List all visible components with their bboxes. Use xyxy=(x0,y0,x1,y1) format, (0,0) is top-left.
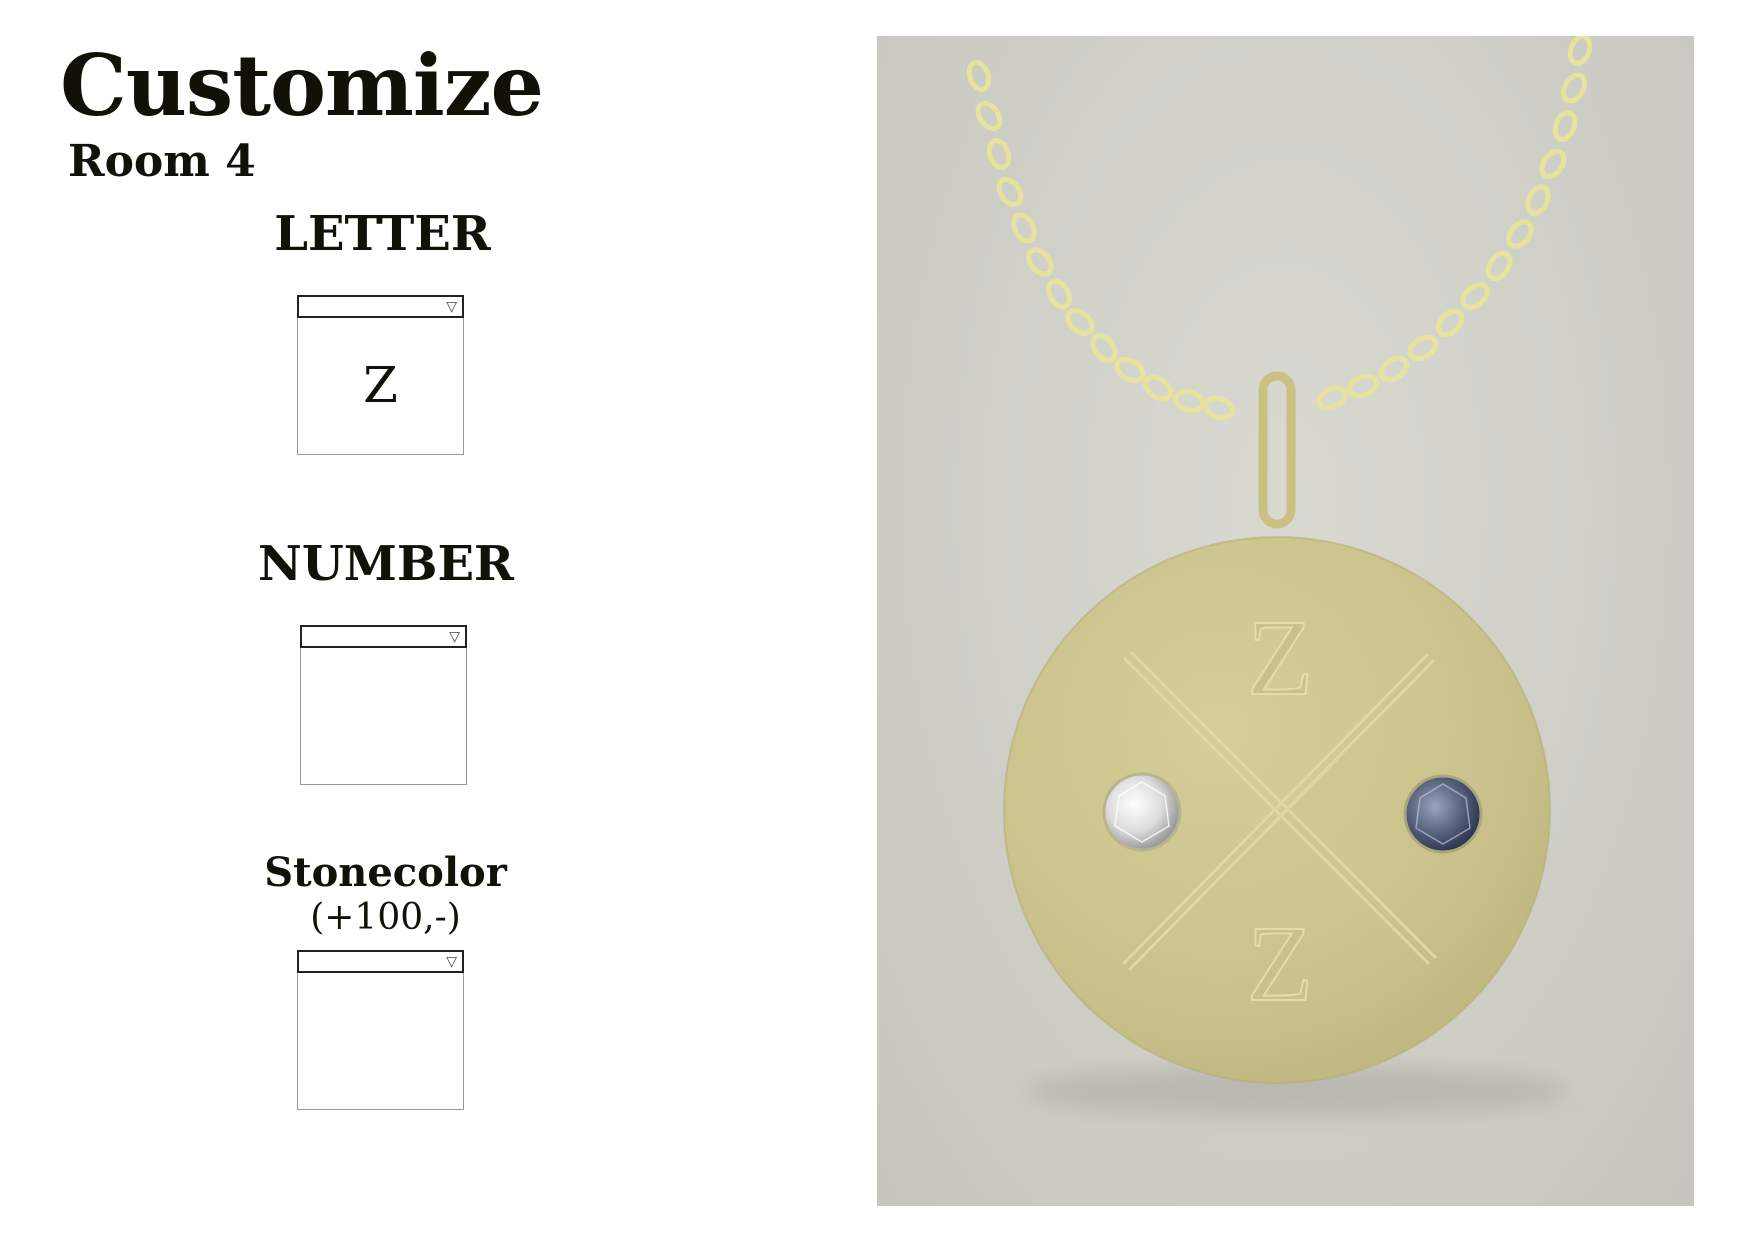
page-title: Customize xyxy=(60,36,544,135)
page-subtitle: Room 4 xyxy=(68,136,256,187)
chain-left xyxy=(966,59,1236,421)
letter-label: LETTER xyxy=(274,206,491,262)
stone-right xyxy=(1403,774,1483,854)
pendant-letter-bottom: Z xyxy=(1247,905,1313,1024)
stonecolor-dropdown-toggle[interactable]: ▽ xyxy=(297,950,464,973)
number-label: NUMBER xyxy=(258,536,514,592)
stonecolor-price: (+100,-) xyxy=(310,897,461,938)
necklace-preview: Z Z xyxy=(877,36,1694,1206)
stonecolor-select[interactable]: ▽ xyxy=(297,950,464,1110)
letter-selected-value: Z xyxy=(363,356,398,414)
triangle-down-icon[interactable]: ▽ xyxy=(446,953,457,971)
pendant-bail xyxy=(1258,371,1296,529)
stonecolor-label: Stonecolor xyxy=(264,849,507,896)
pendant-render: Z Z xyxy=(966,36,1593,1117)
letter-select[interactable]: ▽ Z xyxy=(297,295,464,455)
number-dropdown-toggle[interactable]: ▽ xyxy=(300,625,467,648)
triangle-down-icon[interactable]: ▽ xyxy=(449,628,460,646)
stone-left xyxy=(1102,772,1182,852)
number-select[interactable]: ▽ xyxy=(300,625,467,785)
chain-right xyxy=(1316,36,1593,411)
pendant-letter-top: Z xyxy=(1247,599,1313,718)
triangle-down-icon[interactable]: ▽ xyxy=(446,298,457,316)
letter-dropdown-toggle[interactable]: ▽ xyxy=(297,295,464,318)
